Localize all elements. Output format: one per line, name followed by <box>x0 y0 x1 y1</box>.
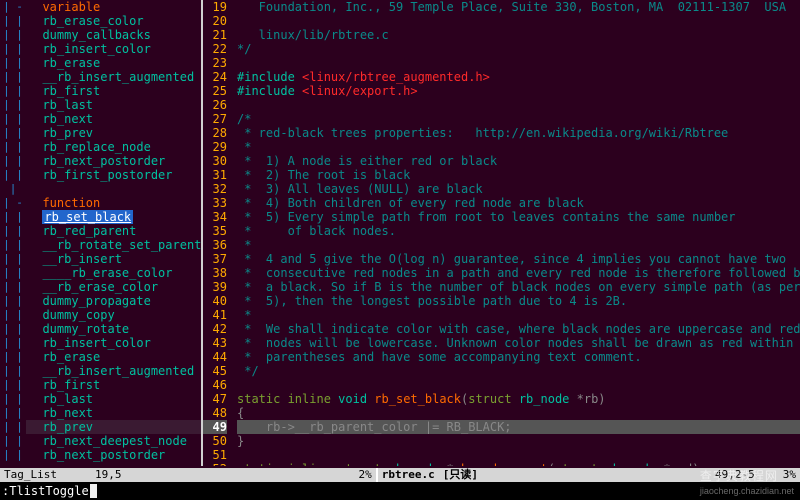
taglist-item[interactable]: rb_insert_color <box>26 336 201 350</box>
taglist-item[interactable]: rb_red_parent <box>26 224 201 238</box>
taglist-item[interactable]: ____rb_erase_color <box>26 266 201 280</box>
code-line[interactable]: * <box>237 238 800 252</box>
taglist-item[interactable]: __rb_insert <box>26 252 201 266</box>
taglist-item[interactable]: rb_set_black <box>26 210 201 224</box>
code-line[interactable]: * <box>237 308 800 322</box>
taglist-item[interactable]: dummy_copy <box>26 308 201 322</box>
code-line[interactable]: * nodes will be lowercase. Unknown color… <box>237 336 800 350</box>
status-right-name: rbtree.c <box>378 468 439 482</box>
code-line[interactable]: * <box>237 140 800 154</box>
cursor-icon <box>90 484 97 498</box>
taglist-item[interactable]: rb_prev <box>26 126 201 140</box>
code-line[interactable]: */ <box>237 42 800 56</box>
code-pane[interactable]: 1920212223242526272829303132333435363738… <box>203 0 800 466</box>
taglist-item[interactable]: __rb_rotate_set_parents <box>26 238 201 252</box>
code-line[interactable]: * red-black trees properties: http://en.… <box>237 126 800 140</box>
taglist-item[interactable]: __rb_insert_augmented <box>26 364 201 378</box>
taglist-item[interactable]: rb_first <box>26 84 201 98</box>
taglist-item[interactable]: rb_next_postorder <box>26 154 201 168</box>
taglist-item[interactable]: dummy_propagate <box>26 294 201 308</box>
taglist-item[interactable]: __rb_insert_augmented <box>26 70 201 84</box>
code-line[interactable]: * parentheses and have some accompanying… <box>237 350 800 364</box>
status-right-flag: [只读] <box>439 468 482 482</box>
status-right-pos: 49,2-5 <box>711 468 759 482</box>
taglist-item[interactable]: variable <box>26 0 201 14</box>
code-line[interactable] <box>237 448 800 462</box>
taglist-item[interactable]: rb_insert_color <box>26 42 201 56</box>
taglist-item[interactable]: dummy_rotate <box>26 322 201 336</box>
line-number-gutter: 1920212223242526272829303132333435363738… <box>203 0 233 466</box>
taglist-item[interactable]: rb_erase_color <box>26 14 201 28</box>
code-line[interactable]: * 4 and 5 give the O(log n) guarantee, s… <box>237 252 800 266</box>
taglist-item[interactable]: rb_erase <box>26 350 201 364</box>
source-code[interactable]: Foundation, Inc., 59 Temple Place, Suite… <box>233 0 800 466</box>
code-line[interactable]: * 4) Both children of every red node are… <box>237 196 800 210</box>
command-line[interactable]: :TlistToggle <box>0 482 800 500</box>
code-line[interactable]: static inline struct rb_node *rb_red_par… <box>237 462 800 466</box>
code-line[interactable]: #include <linux/rbtree_augmented.h> <box>237 70 800 84</box>
code-line[interactable]: * We shall indicate color with case, whe… <box>237 322 800 336</box>
code-line[interactable]: * consecutive red nodes in a path and ev… <box>237 266 800 280</box>
command-text: :TlistToggle <box>2 482 89 500</box>
taglist-item[interactable]: rb_first <box>26 378 201 392</box>
taglist-item[interactable] <box>26 182 201 196</box>
code-line[interactable]: * 1) A node is either red or black <box>237 154 800 168</box>
taglist-item[interactable]: rb_next_deepest_node <box>26 434 201 448</box>
status-left-name: Tag_List <box>0 468 61 482</box>
code-line[interactable]: { <box>237 406 800 420</box>
taglist-item[interactable]: rb_next_postorder <box>26 448 201 462</box>
code-line[interactable]: * 2) The root is black <box>237 168 800 182</box>
taglist-item[interactable]: rb_erase <box>26 56 201 70</box>
taglist-item[interactable]: dummy_callbacks <box>26 28 201 42</box>
status-left-pct: 2% <box>355 468 376 482</box>
taglist-item[interactable]: rb_first_postorder <box>26 168 201 182</box>
taglist-item[interactable]: rb_last <box>26 98 201 112</box>
code-line[interactable]: #include <linux/export.h> <box>237 84 800 98</box>
status-left-pos: 19,5 <box>91 468 126 482</box>
code-line[interactable]: rb->__rb_parent_color |= RB_BLACK; <box>237 420 800 434</box>
code-line[interactable]: linux/lib/rbtree.c <box>237 28 800 42</box>
taglist-item[interactable]: rb_next <box>26 112 201 126</box>
editor-area: | -| || || || || || || || || || || || ||… <box>0 0 800 466</box>
code-line[interactable]: * 5), then the longest possible path due… <box>237 294 800 308</box>
code-line[interactable]: * 3) All leaves (NULL) are black <box>237 182 800 196</box>
taglist-item[interactable]: function <box>26 196 201 210</box>
taglist-item[interactable]: rb_next <box>26 406 201 420</box>
taglist-item[interactable]: rb_prev <box>26 420 201 434</box>
status-right-pct: 3% <box>779 468 800 482</box>
code-line[interactable] <box>237 56 800 70</box>
code-line[interactable]: * of black nodes. <box>237 224 800 238</box>
code-line[interactable]: * 5) Every simple path from root to leav… <box>237 210 800 224</box>
taglist-item[interactable]: rb_replace_node <box>26 140 201 154</box>
taglist-item[interactable]: __rb_erase_color <box>26 280 201 294</box>
taglist-pane[interactable]: variable rb_erase_color dummy_callbacks … <box>26 0 201 466</box>
code-line[interactable] <box>237 378 800 392</box>
code-line[interactable]: */ <box>237 364 800 378</box>
code-line[interactable]: * a black. So if B is the number of blac… <box>237 280 800 294</box>
code-line[interactable] <box>237 98 800 112</box>
tag-fold-column: | -| || || || || || || || || || || || ||… <box>0 0 26 466</box>
code-line[interactable]: /* <box>237 112 800 126</box>
status-bar: Tag_List 19,5 2% rbtree.c [只读] 49,2-5 3% <box>0 468 800 482</box>
code-line[interactable]: static inline void rb_set_black(struct r… <box>237 392 800 406</box>
code-line[interactable]: Foundation, Inc., 59 Temple Place, Suite… <box>237 0 800 14</box>
code-line[interactable] <box>237 14 800 28</box>
taglist-item[interactable]: rb_last <box>26 392 201 406</box>
code-line[interactable]: } <box>237 434 800 448</box>
